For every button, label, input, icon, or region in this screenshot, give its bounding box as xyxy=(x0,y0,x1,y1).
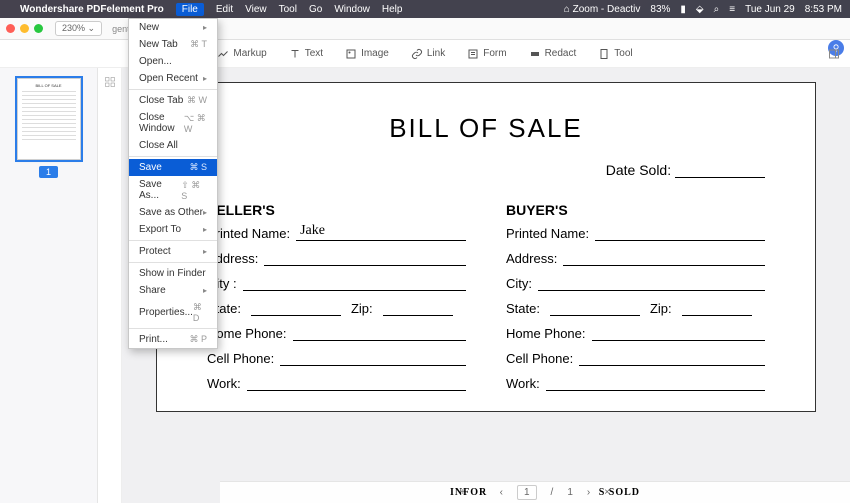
buyer-zip-input[interactable] xyxy=(682,301,752,316)
menu-new[interactable]: New▸ xyxy=(129,19,217,36)
seller-header: SELLER'S xyxy=(207,202,466,218)
buyer-state-input[interactable] xyxy=(550,301,640,316)
section-left: INFOR xyxy=(450,487,487,498)
prev-page-button[interactable]: ‹ xyxy=(500,487,503,498)
battery-icon: ▮ xyxy=(680,4,686,15)
menu-separator xyxy=(129,89,217,90)
menu-save[interactable]: Save⌘ S xyxy=(129,159,217,176)
document-viewport[interactable]: BILL OF SALE Date Sold: SELLER'S Printed… xyxy=(122,68,850,503)
link-button[interactable]: Link xyxy=(411,48,445,60)
date-sold-line[interactable] xyxy=(675,177,765,178)
menu-close-tab[interactable]: Close Tab⌘ W xyxy=(129,92,217,109)
menu-separator xyxy=(129,240,217,241)
thumbnail-page-number: 1 xyxy=(39,166,58,178)
close-window-button[interactable] xyxy=(6,24,15,33)
buyer-name-input[interactable] xyxy=(595,226,765,241)
seller-zip-input[interactable] xyxy=(383,301,453,316)
menu-export-to[interactable]: Export To▸ xyxy=(129,221,217,238)
menu-go[interactable]: Go xyxy=(309,4,322,15)
page-thumbnail[interactable]: BILL OF SALE xyxy=(17,78,81,160)
buyer-city-input[interactable] xyxy=(538,276,765,291)
pdf-page: BILL OF SALE Date Sold: SELLER'S Printed… xyxy=(156,82,816,412)
maximize-window-button[interactable] xyxy=(34,24,43,33)
menu-separator xyxy=(129,262,217,263)
minimize-window-button[interactable] xyxy=(20,24,29,33)
menu-separator xyxy=(129,156,217,157)
page-number-input[interactable]: 1 xyxy=(517,485,537,500)
tool-button[interactable]: Tool xyxy=(598,48,632,60)
seller-column: SELLER'S Printed Name:Jake Address: City… xyxy=(207,202,466,401)
menu-properties[interactable]: Properties...⌘ D xyxy=(129,299,217,326)
next-page-button[interactable]: › xyxy=(587,487,590,498)
seller-work-input[interactable] xyxy=(247,376,466,391)
image-button[interactable]: Image xyxy=(345,48,389,60)
date[interactable]: Tue Jun 29 xyxy=(745,4,795,15)
battery-percent[interactable]: 83% xyxy=(650,4,670,15)
menu-open[interactable]: Open... xyxy=(129,53,217,70)
menu-edit[interactable]: Edit xyxy=(216,4,233,15)
menu-share[interactable]: Share▸ xyxy=(129,282,217,299)
filename-prefix: gent xyxy=(112,24,130,34)
wifi-icon[interactable]: ⬙ xyxy=(696,4,704,15)
status-text[interactable]: ⌂ Zoom - Deactiv xyxy=(564,4,641,15)
markup-button[interactable]: Markup xyxy=(217,48,266,60)
seller-city-input[interactable] xyxy=(243,276,466,291)
buyer-homephone-input[interactable] xyxy=(592,326,766,341)
file-menu-dropdown: New▸ New Tab⌘ T Open... Open Recent▸ Clo… xyxy=(128,18,218,349)
buyer-header: BUYER'S xyxy=(506,202,765,218)
menu-close-all[interactable]: Close All xyxy=(129,137,217,154)
menu-view[interactable]: View xyxy=(245,4,267,15)
app-name[interactable]: Wondershare PDFelement Pro xyxy=(20,4,164,15)
page-total: 1 xyxy=(567,487,573,498)
seller-name-input[interactable]: Jake xyxy=(296,226,466,241)
menu-save-as[interactable]: Save As...⇧ ⌘ S xyxy=(129,176,217,204)
page-sep: / xyxy=(551,487,554,498)
menu-separator xyxy=(129,328,217,329)
menu-save-as-other[interactable]: Save as Other▸ xyxy=(129,204,217,221)
menu-window[interactable]: Window xyxy=(334,4,370,15)
menu-close-window[interactable]: Close Window⌥ ⌘ W xyxy=(129,109,217,137)
seller-address-input[interactable] xyxy=(264,251,466,266)
search-icon[interactable]: ⌕ xyxy=(714,4,720,15)
menu-protect[interactable]: Protect▸ xyxy=(129,243,217,260)
menu-open-recent[interactable]: Open Recent▸ xyxy=(129,70,217,87)
menu-tool[interactable]: Tool xyxy=(279,4,297,15)
date-sold-field: Date Sold: xyxy=(207,162,765,178)
menu-file[interactable]: File xyxy=(176,3,204,16)
time[interactable]: 8:53 PM xyxy=(805,4,842,15)
sidebar-mode-toggle[interactable] xyxy=(98,68,122,503)
control-center-icon[interactable]: ≡ xyxy=(729,4,735,15)
menu-print[interactable]: Print...⌘ P xyxy=(129,331,217,348)
section-right: S SOLD xyxy=(599,487,640,498)
zoom-dropdown[interactable]: 230% ⌄ xyxy=(55,21,102,36)
status-bar: INFOR + − ‹ 1 / 1 › × S SOLD xyxy=(220,481,850,503)
buyer-work-input[interactable] xyxy=(546,376,765,391)
form-button[interactable]: Form xyxy=(467,48,506,60)
menubar-right: ⌂ Zoom - Deactiv 83% ▮ ⬙ ⌕ ≡ Tue Jun 29 … xyxy=(564,4,842,15)
seller-homephone-input[interactable] xyxy=(293,326,467,341)
traffic-lights xyxy=(6,24,43,33)
doc-title: BILL OF SALE xyxy=(207,113,765,144)
panel-toggle-icon[interactable] xyxy=(828,48,840,60)
seller-cellphone-input[interactable] xyxy=(280,351,466,366)
seller-state-input[interactable] xyxy=(251,301,341,316)
text-button[interactable]: Text xyxy=(289,48,323,60)
thumbnails-sidebar: BILL OF SALE 1 xyxy=(0,68,98,503)
redact-button[interactable]: Redact xyxy=(529,48,577,60)
buyer-column: BUYER'S Printed Name: Address: City: Sta… xyxy=(506,202,765,401)
buyer-cellphone-input[interactable] xyxy=(579,351,765,366)
menu-help[interactable]: Help xyxy=(382,4,403,15)
macos-menubar: Wondershare PDFelement Pro File Edit Vie… xyxy=(0,0,850,18)
menu-new-tab[interactable]: New Tab⌘ T xyxy=(129,36,217,53)
buyer-address-input[interactable] xyxy=(563,251,765,266)
menu-show-in-finder[interactable]: Show in Finder xyxy=(129,265,217,282)
